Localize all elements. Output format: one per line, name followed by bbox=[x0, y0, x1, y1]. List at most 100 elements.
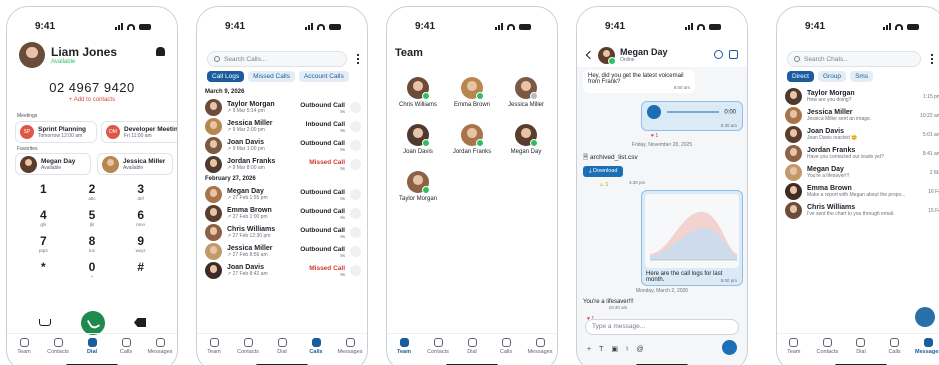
calls-search-input[interactable]: Search Calls... bbox=[207, 51, 347, 67]
tab-contacts[interactable]: Contacts bbox=[233, 338, 263, 359]
call-back-icon[interactable] bbox=[350, 265, 361, 276]
download-button[interactable]: ⤓ Download bbox=[583, 166, 624, 177]
tab-team[interactable]: Team bbox=[199, 338, 229, 359]
chat-row[interactable]: Chris Williams I've sent the chart to you… bbox=[785, 201, 939, 220]
tab-dial[interactable]: Dial bbox=[846, 338, 876, 359]
tab-dial[interactable]: Dial bbox=[267, 338, 297, 359]
more-options-icon[interactable] bbox=[931, 53, 933, 65]
mention-icon[interactable]: @ bbox=[637, 346, 644, 353]
meeting-chip[interactable]: DM Developer Meetin Fri 11:00 am bbox=[101, 121, 177, 143]
team-member[interactable]: Emma Brown bbox=[445, 77, 499, 108]
tab-dial[interactable]: Dial bbox=[77, 338, 107, 359]
phone-icon[interactable] bbox=[729, 50, 738, 59]
back-icon[interactable] bbox=[585, 50, 595, 60]
backspace-icon[interactable] bbox=[134, 318, 146, 327]
voicemail-icon[interactable] bbox=[39, 319, 51, 326]
key-7[interactable]: 7 pqrs bbox=[19, 235, 68, 254]
team-member[interactable]: Jordan Franks bbox=[445, 124, 499, 155]
key-4[interactable]: 4 ghi bbox=[19, 209, 68, 228]
favorite-chip[interactable]: Megan Day Available bbox=[15, 153, 91, 175]
call-row[interactable]: Jessica Miller ↗ 9 Mar 2:00 pm Inbound Cal… bbox=[205, 117, 361, 136]
message-input[interactable]: Type a message... bbox=[585, 319, 739, 335]
search-icon[interactable] bbox=[714, 50, 723, 59]
meeting-chip[interactable]: SP Sprint Planning Tomorrow 12:00 am bbox=[15, 121, 97, 143]
call-row[interactable]: Chris Williams ↗ 27 Feb 12:30 pm Outbound … bbox=[205, 223, 361, 242]
chat-row[interactable]: Emma Brown Make a report with Megan about… bbox=[785, 182, 939, 201]
key-8[interactable]: 8 tuv bbox=[68, 235, 117, 254]
call-row[interactable]: Jordan Franks ↗ 9 Mar 8:00 am Missed Call 9… bbox=[205, 155, 361, 174]
image-message[interactable]: Here are the call logs for last month. 5… bbox=[641, 190, 743, 286]
filter-sms[interactable]: Sms bbox=[850, 71, 874, 82]
tab-team[interactable]: Team bbox=[389, 338, 419, 359]
send-button[interactable] bbox=[722, 340, 737, 355]
tab-dial[interactable]: Dial bbox=[457, 338, 487, 359]
tab-messages[interactable]: Messages bbox=[335, 338, 365, 359]
tab-calls[interactable]: Calls bbox=[880, 338, 910, 359]
filter-call-logs[interactable]: Call Logs bbox=[207, 71, 245, 82]
key-1[interactable]: 1 bbox=[19, 183, 68, 202]
team-member[interactable]: Chris Williams bbox=[391, 77, 445, 108]
key-hash[interactable]: # bbox=[116, 261, 165, 280]
chat-row[interactable]: Taylor MorganHow are you doing? 1:15 pm bbox=[785, 87, 939, 106]
key-6[interactable]: 6 mno bbox=[116, 209, 165, 228]
call-button[interactable] bbox=[81, 311, 105, 335]
tab-team[interactable]: Team bbox=[779, 338, 809, 359]
tab-calls[interactable]: Calls bbox=[301, 338, 331, 359]
tab-calls[interactable]: Calls bbox=[111, 338, 141, 359]
call-row[interactable]: Taylor Morgan ↗ 9 Mar 5:14 pm Outbound Cal… bbox=[205, 98, 361, 117]
tab-contacts[interactable]: Contacts bbox=[43, 338, 73, 359]
tab-team[interactable]: Team bbox=[9, 338, 39, 359]
team-member[interactable]: Joan Davis bbox=[391, 124, 445, 155]
tab-messages[interactable]: Messages bbox=[525, 338, 555, 359]
team-member[interactable]: Jessica Miller bbox=[499, 77, 553, 108]
key-0[interactable]: 0 + bbox=[68, 261, 117, 280]
chat-row[interactable]: Jessica Miller Jessica Miller sent an ima… bbox=[785, 106, 939, 125]
add-to-contacts-link[interactable]: + Add to contacts bbox=[7, 97, 177, 103]
text-format-icon[interactable]: T bbox=[599, 346, 603, 353]
chat-row[interactable]: Jordan Franks Have you contacted our lead… bbox=[785, 144, 939, 163]
chart-image[interactable] bbox=[645, 194, 739, 268]
call-back-icon[interactable] bbox=[350, 189, 361, 200]
call-back-icon[interactable] bbox=[350, 227, 361, 238]
tab-contacts[interactable]: Contacts bbox=[423, 338, 453, 359]
call-back-icon[interactable] bbox=[350, 246, 361, 257]
call-back-icon[interactable] bbox=[350, 208, 361, 219]
audio-progress[interactable] bbox=[666, 111, 719, 113]
team-member[interactable]: Megan Day bbox=[499, 124, 553, 155]
call-row[interactable]: Jessica Miller ↗ 27 Feb 8:56 am Outbound C… bbox=[205, 242, 361, 261]
more-options-icon[interactable] bbox=[357, 53, 359, 65]
team-member[interactable]: Taylor Morgan bbox=[391, 171, 445, 202]
key-5[interactable]: 5 jkl bbox=[68, 209, 117, 228]
filter-group[interactable]: Group bbox=[817, 71, 847, 82]
bell-icon[interactable] bbox=[156, 47, 165, 56]
voice-message[interactable]: 0:00 6:30 am bbox=[641, 101, 743, 131]
key-star[interactable]: * bbox=[19, 261, 68, 280]
call-back-icon[interactable] bbox=[350, 102, 361, 113]
user-avatar[interactable] bbox=[19, 42, 45, 68]
reaction-emoji[interactable]: ☺ 1 bbox=[599, 182, 608, 188]
key-2[interactable]: 2 abc bbox=[68, 183, 117, 202]
compose-button[interactable] bbox=[915, 307, 935, 327]
tab-messages[interactable]: Messages bbox=[145, 338, 175, 359]
filter-direct[interactable]: Direct bbox=[787, 71, 814, 82]
key-9[interactable]: 9 wxyz bbox=[116, 235, 165, 254]
gif-icon[interactable]: ▣ bbox=[611, 345, 618, 353]
reaction-heart[interactable]: ♥ 1 bbox=[651, 133, 658, 139]
call-back-icon[interactable] bbox=[350, 159, 361, 170]
call-row[interactable]: Megan Day ↗ 27 Feb 1:55 pm Outbound Call 9s bbox=[205, 185, 361, 204]
filter-missed-calls[interactable]: Missed Calls bbox=[248, 71, 295, 82]
call-back-icon[interactable] bbox=[350, 140, 361, 151]
filter-account-calls[interactable]: Account Calls bbox=[298, 71, 349, 82]
key-3[interactable]: 3 def bbox=[116, 183, 165, 202]
call-row[interactable]: Joan Davis ↗ 9 Mar 1:00 pm Outbound Call 9s bbox=[205, 136, 361, 155]
tab-contacts[interactable]: Contacts bbox=[812, 338, 842, 359]
chat-row[interactable]: Megan DayYou're a lifesaver!!! 2 Ma bbox=[785, 163, 939, 182]
plus-icon[interactable]: + bbox=[587, 346, 591, 353]
favorite-chip[interactable]: Jessica Miller Available bbox=[97, 153, 173, 175]
tab-messages[interactable]: Messages bbox=[913, 338, 939, 359]
call-back-icon[interactable] bbox=[350, 121, 361, 132]
microphone-icon[interactable]: ♮ bbox=[626, 345, 629, 353]
play-icon[interactable] bbox=[647, 105, 661, 119]
call-row[interactable]: Joan Davis ↗ 27 Feb 8:42 am Missed Call 9s bbox=[205, 261, 361, 280]
chat-row[interactable]: Joan DavisJoan Davis reacted 😊 5:01 am bbox=[785, 125, 939, 144]
